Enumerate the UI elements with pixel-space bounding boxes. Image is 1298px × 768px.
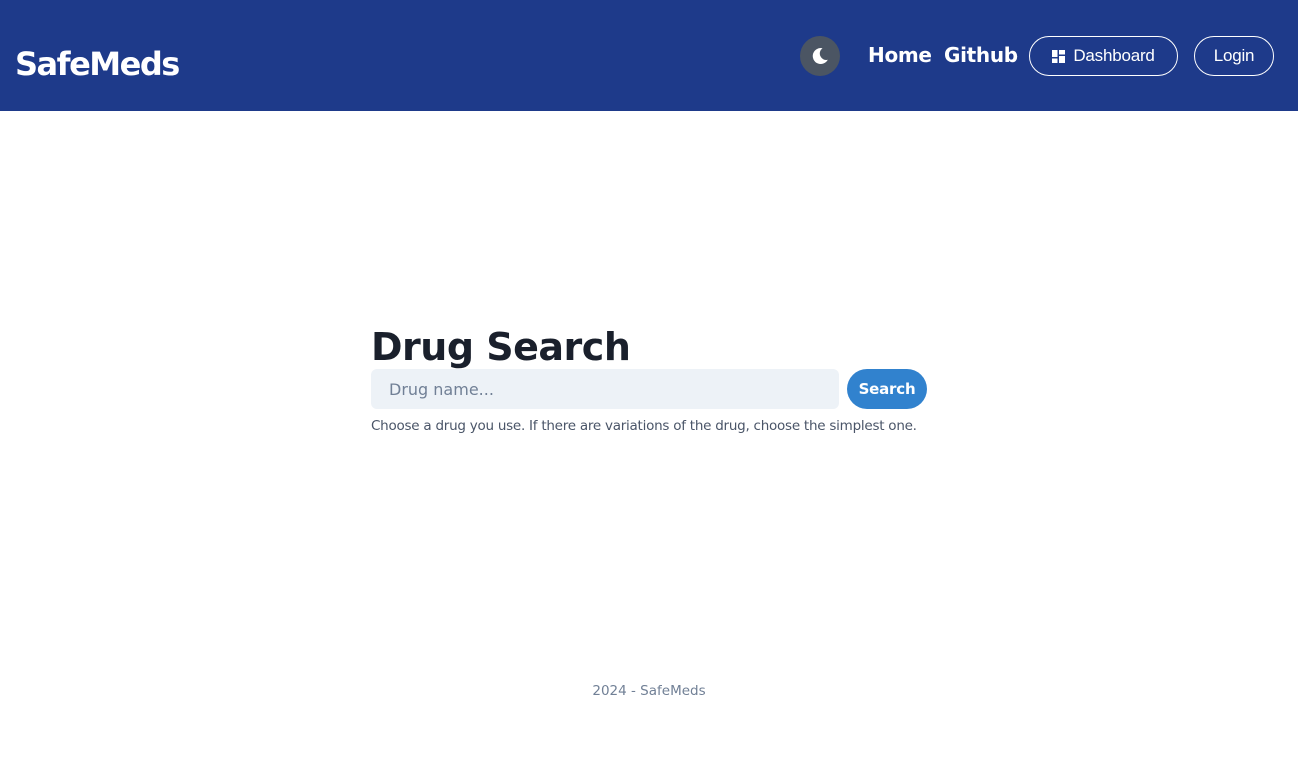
moon-icon (810, 46, 830, 66)
page-title: Drug Search (371, 325, 631, 369)
footer: 2024 - SafeMeds (0, 681, 1298, 701)
brand-logo[interactable]: SafeMeds (15, 44, 180, 84)
dashboard-button[interactable]: Dashboard (1029, 36, 1178, 76)
nav-github-link[interactable]: Github (944, 40, 1018, 70)
login-button[interactable]: Login (1194, 36, 1274, 76)
search-helper-text: Choose a drug you use. If there are vari… (371, 418, 917, 434)
dashboard-grid-icon (1052, 49, 1066, 63)
drug-search-input[interactable] (371, 369, 839, 409)
footer-text: 2024 - SafeMeds (592, 683, 706, 699)
navbar: SafeMeds Home Github Dashboard Login (0, 0, 1298, 111)
login-button-label: Login (1213, 46, 1255, 65)
nav-home-link[interactable]: Home (868, 40, 932, 70)
theme-toggle-button[interactable] (800, 36, 840, 76)
dashboard-button-label: Dashboard (1073, 46, 1155, 65)
search-button[interactable]: Search (847, 369, 927, 409)
